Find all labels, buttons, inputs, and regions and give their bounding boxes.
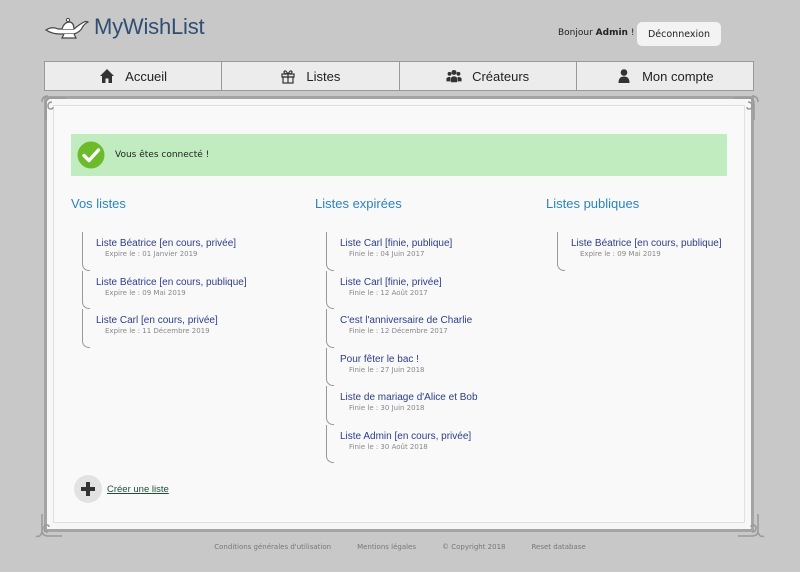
list-link[interactable]: Liste Carl [en cours, privée] (96, 315, 247, 326)
footer: Conditions générales d'utilisation Menti… (0, 543, 800, 551)
list-date: Finie le : 12 Décembre 2017 (349, 327, 448, 335)
list-date: Finie le : 30 Juin 2018 (349, 404, 425, 412)
list-date: Expire le : 01 Janvier 2019 (105, 250, 198, 258)
list-date: Expire le : 09 Mai 2019 (105, 288, 186, 297)
list-date: Expire le : 09 Mai 2019 (580, 250, 661, 258)
list-item: Liste Admin [en cours, privée] Finie le … (326, 424, 478, 470)
expired-lists-title: Listes expirées (315, 196, 402, 211)
gift-icon (281, 70, 295, 84)
list-item: Liste Béatrice [en cours, publique] Expi… (82, 270, 247, 316)
home-icon (100, 69, 115, 83)
expired-lists: Liste Carl [finie, publique] Finie le : … (326, 232, 478, 470)
public-lists-title: Listes publiques (546, 196, 640, 211)
ornament-corner-icon (738, 514, 765, 538)
list-date: Expire le : 11 Décembre 2019 (105, 327, 210, 335)
footer-link-legal[interactable]: Mentions légales (357, 543, 416, 551)
genie-lamp-icon (44, 17, 90, 39)
greeting-suffix: ! (627, 28, 635, 38)
list-item: C'est l'anniversaire de Charlie Finie le… (326, 309, 478, 354)
greeting-prefix: Bonjour (558, 28, 596, 38)
user-icon (618, 69, 630, 83)
list-date: Finie le : 12 Août 2017 (349, 288, 428, 297)
public-lists: Liste Béatrice [en cours, publique] Expi… (557, 232, 722, 277)
create-list-button[interactable]: Créer une liste (74, 475, 169, 503)
nav-item-lists[interactable]: Listes (222, 62, 400, 90)
my-lists: Liste Béatrice [en cours, privée] Expire… (82, 232, 247, 354)
ornament-corner-icon (41, 95, 66, 120)
list-link[interactable]: Liste Admin [en cours, privée] (340, 431, 478, 442)
list-link[interactable]: Liste Béatrice [en cours, publique] (96, 277, 247, 288)
list-link[interactable]: Liste de mariage d'Alice et Bob (340, 392, 478, 403)
logo-text: MyWishList (94, 14, 205, 39)
my-lists-title: Vos listes (71, 196, 126, 211)
list-item: Liste Béatrice [en cours, privée] Expire… (82, 232, 247, 277)
logout-button[interactable]: Déconnexion (637, 22, 721, 46)
ornament-corner-icon (734, 95, 759, 120)
list-item: Pour fêter le bac ! Finie le : 27 Juin 2… (326, 347, 478, 393)
list-link[interactable]: Liste Béatrice [en cours, privée] (96, 238, 247, 249)
main-nav: Accueil Listes Créateurs Mon compte (44, 61, 754, 91)
nav-item-creators[interactable]: Créateurs (400, 62, 577, 90)
ornament-corner-icon (35, 514, 62, 538)
list-date: Finie le : 04 Juin 2017 (349, 250, 425, 258)
list-item: Liste de mariage d'Alice et Bob Finie le… (326, 386, 478, 431)
username: Admin (595, 28, 628, 38)
success-message: Vous êtes connecté ! (115, 150, 210, 160)
footer-link-reset[interactable]: Reset database (531, 543, 585, 551)
nav-label: Mon compte (642, 68, 714, 84)
nav-label: Créateurs (472, 68, 530, 84)
nav-item-account[interactable]: Mon compte (577, 62, 753, 90)
list-link[interactable]: Liste Béatrice [en cours, publique] (571, 238, 722, 249)
footer-link-terms[interactable]: Conditions générales d'utilisation (214, 543, 331, 551)
people-icon (446, 69, 462, 83)
nav-item-home[interactable]: Accueil (45, 62, 223, 90)
list-link[interactable]: C'est l'anniversaire de Charlie (340, 315, 478, 326)
nav-label: Listes (306, 68, 341, 84)
list-date: Finie le : 30 Août 2018 (349, 442, 428, 451)
plus-icon (74, 475, 102, 503)
list-item: Liste Carl [finie, privée] Finie le : 12… (326, 270, 478, 316)
list-link[interactable]: Pour fêter le bac ! (340, 354, 478, 365)
footer-copyright: © Copyright 2018 (442, 543, 506, 551)
nav-label: Accueil (125, 68, 168, 84)
greeting: Bonjour Admin ! (558, 28, 634, 38)
list-link[interactable]: Liste Carl [finie, privée] (340, 277, 478, 288)
check-circle-icon (77, 141, 105, 169)
list-date: Finie le : 27 Juin 2018 (349, 365, 425, 374)
logo[interactable]: MyWishList (44, 12, 205, 42)
success-alert: Vous êtes connecté ! (71, 134, 727, 176)
list-link[interactable]: Liste Carl [finie, publique] (340, 238, 478, 249)
list-item: Liste Carl [finie, publique] Finie le : … (326, 232, 478, 277)
list-item: Liste Béatrice [en cours, publique] Expi… (557, 232, 722, 277)
create-list-label: Créer une liste (107, 483, 169, 495)
list-item: Liste Carl [en cours, privée] Expire le … (82, 309, 247, 354)
